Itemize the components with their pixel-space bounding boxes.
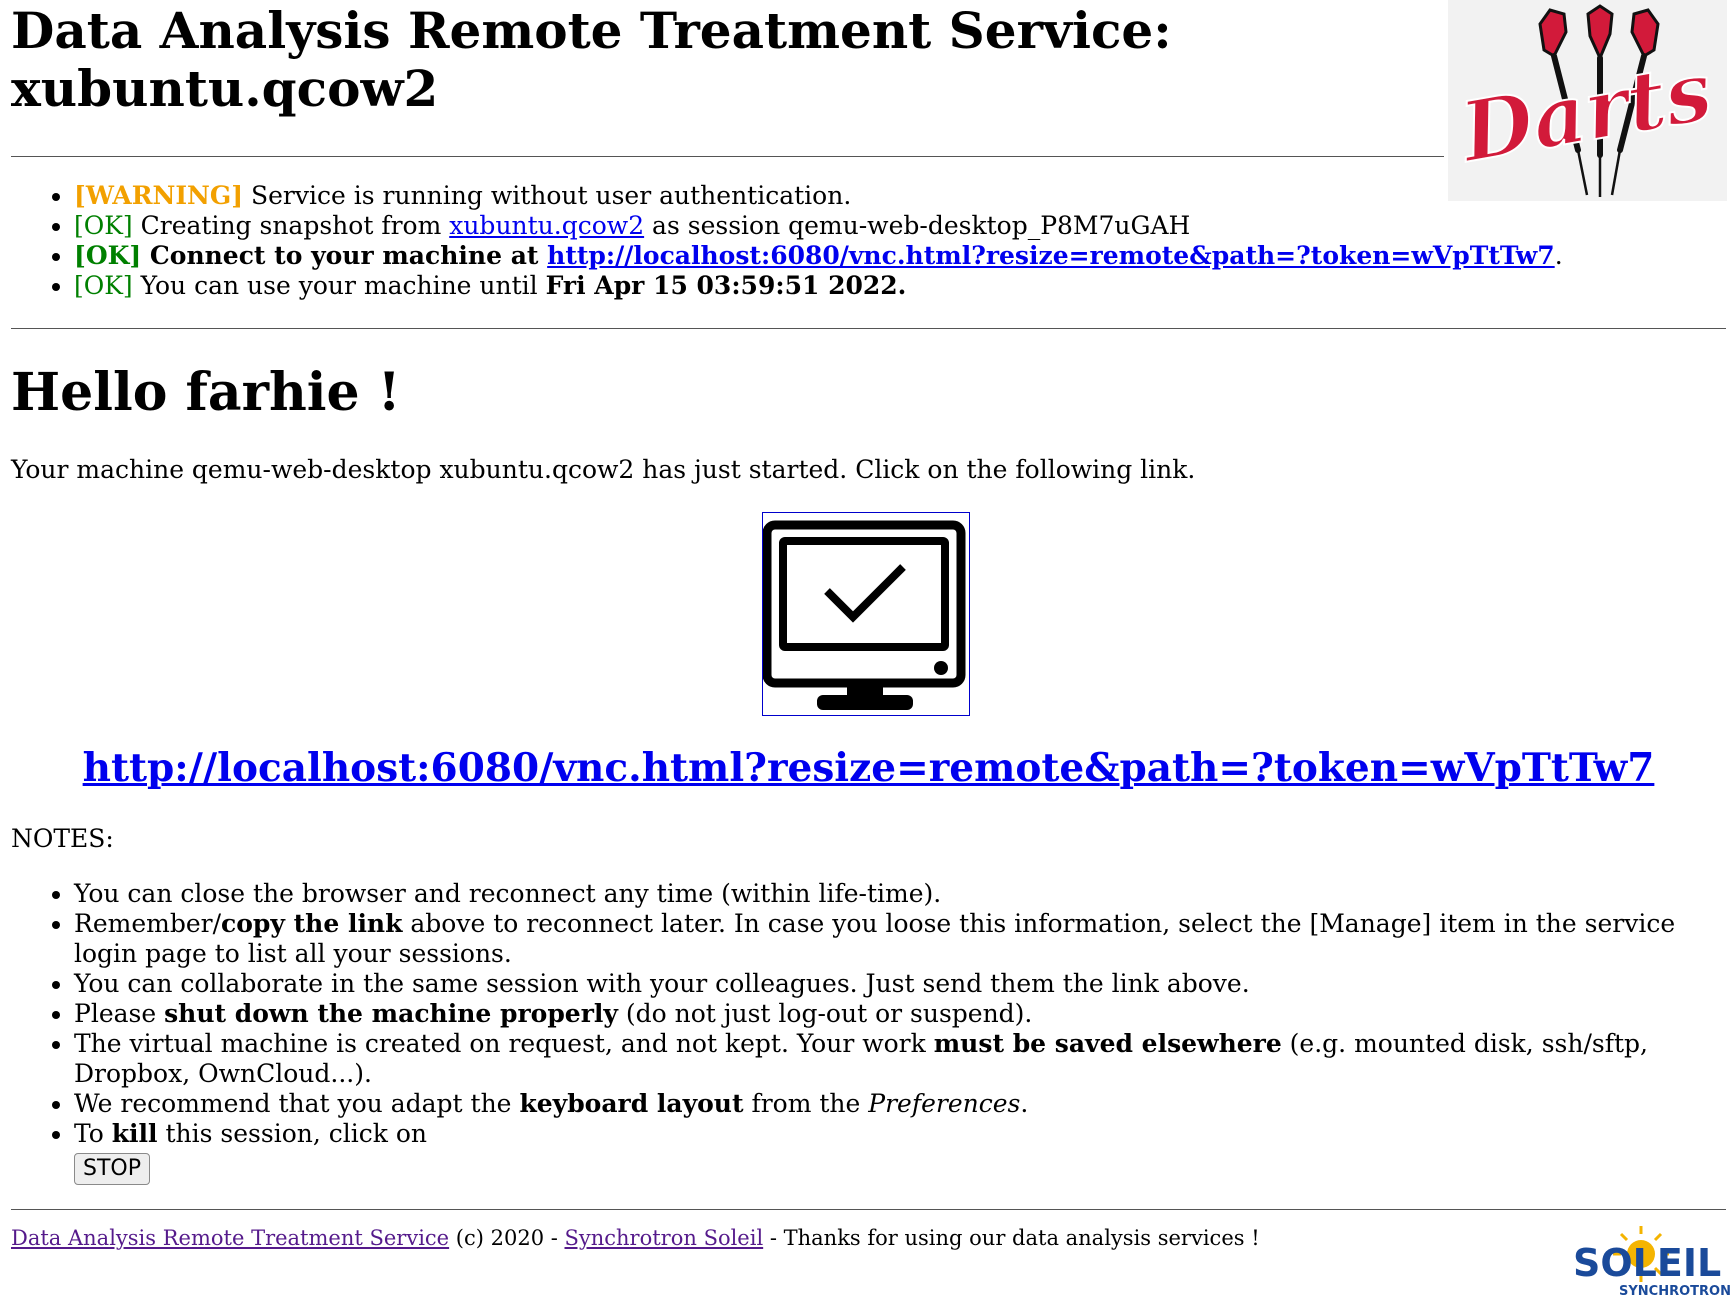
monitor-check-icon [762, 520, 966, 710]
intro-text: Your machine qemu-web-desktop xubuntu.qc… [11, 455, 1196, 484]
footer-soleil-link[interactable]: Synchrotron Soleil [565, 1226, 764, 1250]
status-warning: [WARNING] Service is running without use… [74, 181, 1563, 211]
soleil-logo: SOLEIL SYNCHROTRON [1571, 1218, 1731, 1300]
note-text: We recommend that you adapt the [74, 1089, 520, 1118]
darts-logo-text: Darts [1452, 43, 1718, 182]
stop-button[interactable]: STOP [74, 1153, 150, 1185]
note-bold: copy the link [221, 909, 403, 938]
until-date: Fri Apr 15 03:59:51 2022. [545, 271, 907, 300]
soleil-logo-text: SOLEIL [1573, 1241, 1721, 1285]
note-text: (do not just log-out or suspend). [617, 999, 1033, 1028]
note-item: Please shut down the machine properly (d… [74, 999, 1724, 1029]
ok-tag: [OK] [74, 241, 142, 270]
soleil-logo-icon: SOLEIL SYNCHROTRON [1573, 1226, 1731, 1299]
soleil-logo-subtext: SYNCHROTRON [1619, 1284, 1731, 1299]
status-snapshot: [OK] Creating snapshot from xubuntu.qcow… [74, 211, 1563, 241]
note-item: You can close the browser and reconnect … [74, 879, 1724, 909]
monitor-link[interactable] [762, 512, 970, 716]
connect-link[interactable]: http://localhost:6080/vnc.html?resize=re… [547, 241, 1555, 270]
ok-tag: [OK] [74, 211, 133, 240]
note-italic: Preferences [868, 1089, 1021, 1118]
snapshot-text: Creating snapshot from [132, 211, 450, 240]
greeting-heading: Hello farhie ! [11, 362, 401, 423]
note-item: Remember/copy the link above to reconnec… [74, 909, 1724, 969]
note-text: from the [743, 1089, 869, 1118]
note-item: You can collaborate in the same session … [74, 969, 1724, 999]
footer-divider [11, 1209, 1726, 1210]
page-title: Data Analysis Remote Treatment Service: … [11, 1, 1172, 118]
note-text: Please [74, 999, 165, 1028]
status-until: [OK] You can use your machine until Fri … [74, 271, 1563, 301]
connect-period: . [1554, 241, 1563, 270]
warning-text: Service is running without user authenti… [243, 181, 852, 210]
vnc-link[interactable]: http://localhost:6080/vnc.html?resize=re… [83, 745, 1655, 791]
status-list: [WARNING] Service is running without use… [11, 181, 1563, 301]
footer-copyright: (c) 2020 - [449, 1226, 565, 1250]
note-text: . [1020, 1089, 1029, 1118]
note-bold: shut down the machine properly [164, 999, 618, 1028]
note-text: The virtual machine is created on reques… [74, 1029, 934, 1058]
note-item: The virtual machine is created on reques… [74, 1029, 1724, 1089]
footer: Data Analysis Remote Treatment Service (… [11, 1225, 1260, 1251]
note-text: Remember/ [74, 909, 221, 938]
note-bold: keyboard layout [519, 1089, 744, 1118]
session-text: as session qemu-web-desktop_P8M7uGAH [644, 211, 1191, 240]
darts-logo: Darts [1448, 0, 1727, 201]
header-divider [11, 156, 1444, 157]
status-connect: [OK] Connect to your machine at http://l… [74, 241, 1563, 271]
note-bold: kill [111, 1119, 158, 1148]
note-item: To kill this session, click on STOP [74, 1119, 1724, 1185]
note-item: We recommend that you adapt the keyboard… [74, 1089, 1724, 1119]
warning-tag: [WARNING] [74, 181, 244, 210]
until-text: You can use your machine until [132, 271, 546, 300]
note-text: this session, click on [157, 1119, 428, 1148]
footer-thanks: - Thanks for using our data analysis ser… [763, 1226, 1260, 1250]
notes-list: You can close the browser and reconnect … [11, 879, 1724, 1185]
status-divider [11, 328, 1726, 329]
snapshot-link[interactable]: xubuntu.qcow2 [449, 211, 644, 240]
note-bold: must be saved elsewhere [933, 1029, 1282, 1058]
vnc-link-container: http://localhost:6080/vnc.html?resize=re… [11, 744, 1726, 792]
ok-tag: [OK] [74, 271, 133, 300]
footer-service-link[interactable]: Data Analysis Remote Treatment Service [11, 1226, 449, 1250]
connect-text: Connect to your machine at [141, 241, 548, 270]
page: Data Analysis Remote Treatment Service: … [11, 0, 1731, 1299]
note-text: To [74, 1119, 112, 1148]
notes-label: NOTES: [11, 824, 114, 853]
darts-logo-icon: Darts [1451, 4, 1720, 197]
